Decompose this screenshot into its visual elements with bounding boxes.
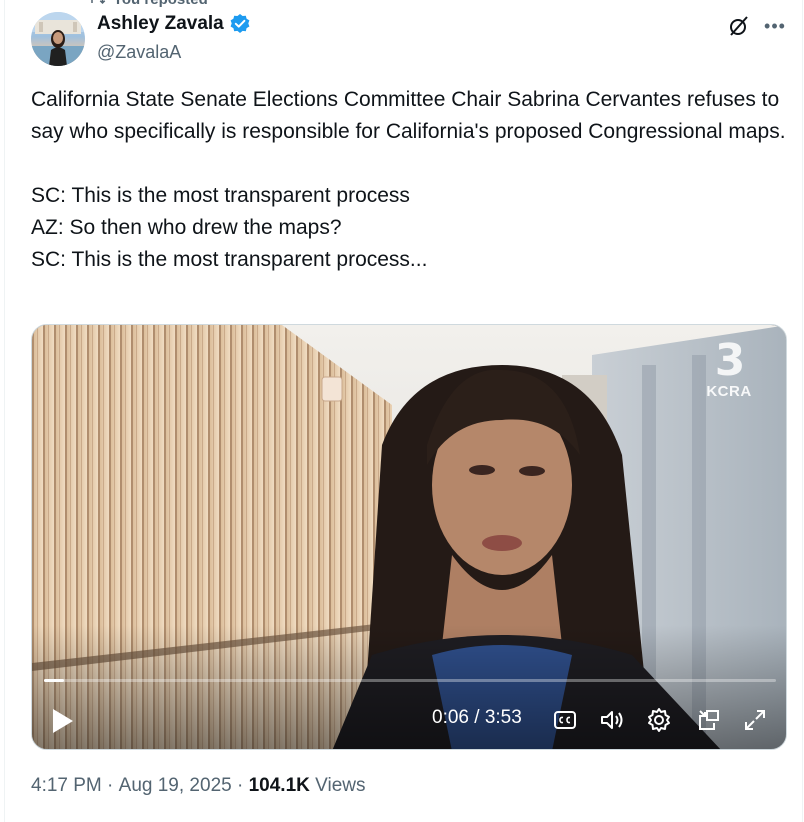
meta-separator: · — [101, 775, 119, 796]
tweet-date[interactable]: Aug 19, 2025 — [119, 775, 232, 797]
views-label: Views — [309, 775, 366, 796]
controls-overlay — [32, 625, 786, 749]
progress-bar[interactable] — [44, 679, 776, 682]
time-readout: 0:06 / 3:53 — [432, 707, 522, 728]
progress-fill — [44, 679, 64, 682]
author-handle[interactable]: @ZavalaA — [97, 42, 181, 63]
tweet-time[interactable]: 4:17 PM — [31, 775, 102, 797]
station-logo-number: 3 — [714, 335, 746, 386]
video-player[interactable]: 3 KCRA 0:06 / 3:53 — [31, 324, 787, 750]
repost-icon — [91, 0, 106, 4]
picture-in-picture-icon[interactable] — [696, 707, 722, 733]
grok-icon[interactable] — [727, 14, 751, 38]
more-icon[interactable]: ••• — [763, 14, 787, 38]
fullscreen-icon[interactable] — [742, 707, 768, 733]
play-icon[interactable] — [50, 707, 76, 735]
tweet-text: California State Senate Elections Commit… — [31, 88, 786, 271]
repost-label: You reposted — [113, 0, 208, 8]
tweet-card[interactable]: You reposted Ashley Zavala @ZavalaA ••• … — [4, 0, 803, 822]
repost-indicator: You reposted — [89, 0, 208, 8]
meta-separator: · — [231, 775, 249, 796]
tweet-meta: 4:17 PM · Aug 19, 2025 · 104.1K Views — [31, 775, 366, 797]
views-count: 104.1K — [248, 775, 310, 796]
avatar[interactable] — [31, 12, 85, 66]
station-logo-name: KCRA — [706, 383, 752, 400]
display-name[interactable]: Ashley Zavala — [97, 13, 224, 35]
volume-icon[interactable] — [599, 707, 625, 733]
gear-icon[interactable] — [646, 707, 672, 733]
captions-icon[interactable] — [552, 707, 578, 733]
verified-badge-icon — [230, 14, 250, 33]
